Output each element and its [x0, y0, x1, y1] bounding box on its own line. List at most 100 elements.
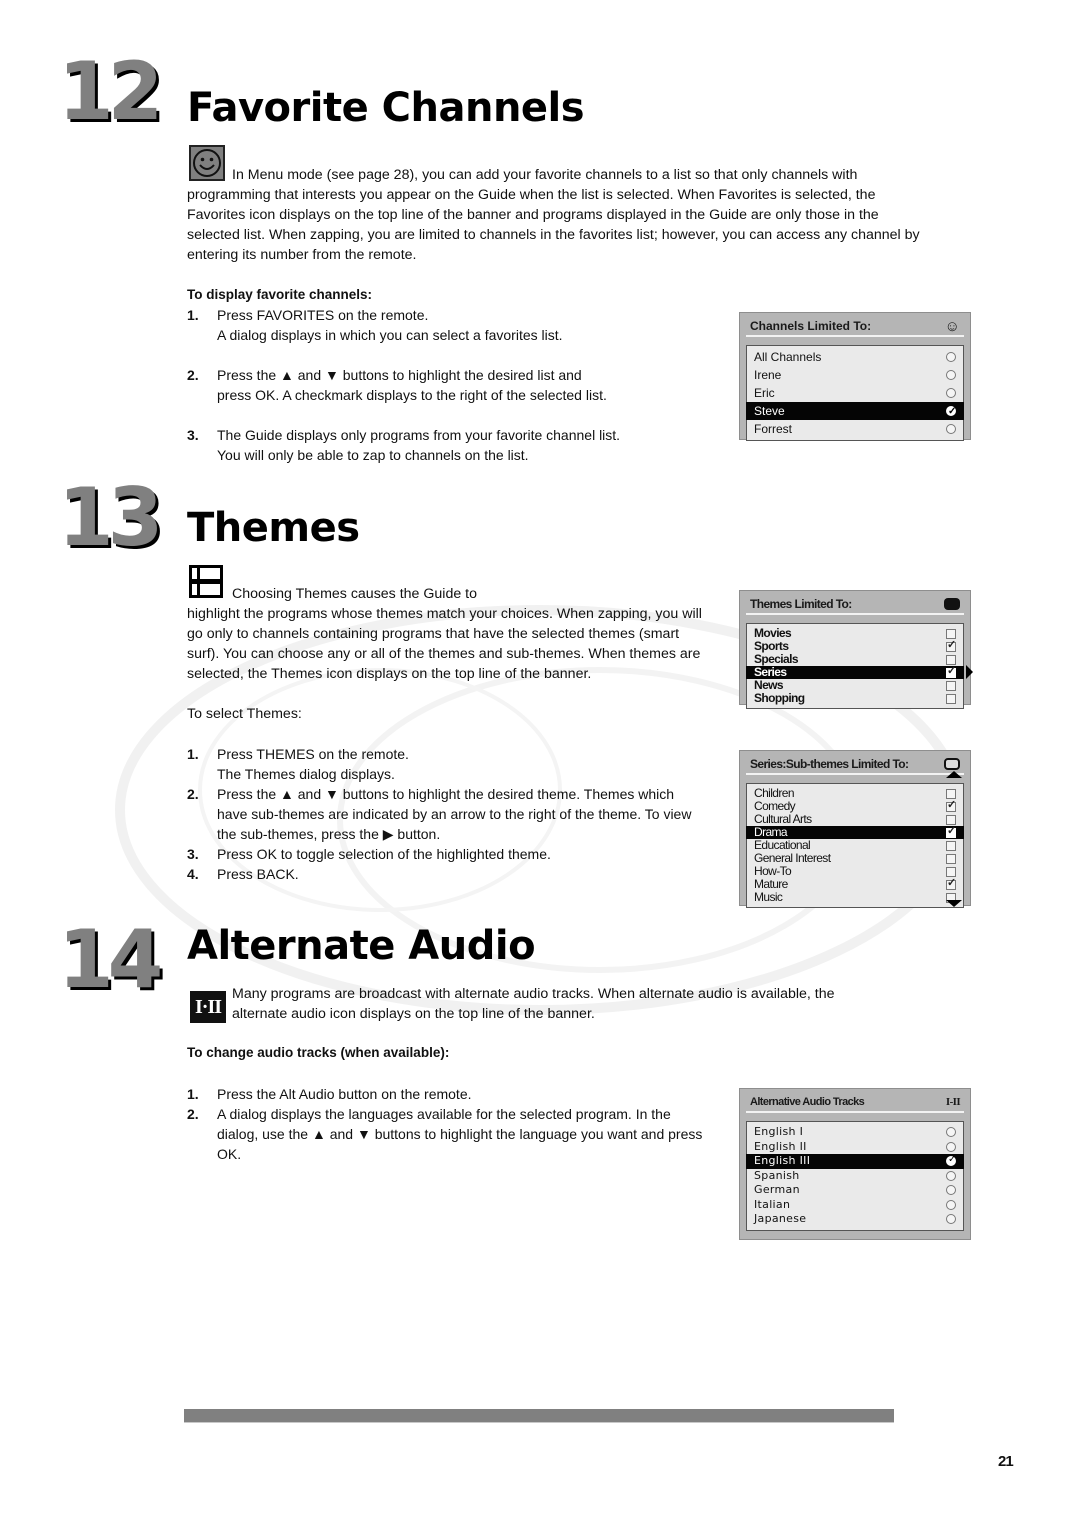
radio-button[interactable]	[946, 388, 956, 398]
audio-intro: Many programs are broadcast with alterna…	[232, 984, 912, 1024]
checkbox-checked[interactable]	[946, 877, 956, 890]
item-label: Eric	[754, 386, 775, 400]
step-text: Press FAVORITES on the remote.	[217, 307, 429, 323]
radio-button[interactable]	[946, 1214, 956, 1225]
checkbox-checked[interactable]	[946, 665, 956, 678]
radio-button-checked[interactable]	[946, 403, 956, 421]
dialog-header: Alternative Audio Tracks I-II	[746, 1093, 964, 1113]
step-text: the sub-themes, press the ▶ button.	[217, 826, 441, 842]
step-text: You will only be able to zap to channels…	[217, 447, 529, 463]
step-text: The Guide displays only programs from yo…	[217, 427, 621, 443]
step-number: 2.	[187, 1106, 199, 1122]
list-item[interactable]: Irene	[751, 366, 959, 384]
themes-intro: Choosing Themes causes the Guide to high…	[187, 584, 732, 684]
list-item-selected[interactable]: English III	[746, 1153, 964, 1169]
step-number: 1.	[187, 746, 199, 762]
checkbox[interactable]	[946, 693, 956, 704]
item-label: Italian	[754, 1197, 791, 1211]
intro-line: go only to channels containing programs …	[187, 626, 680, 642]
item-label: Steve	[754, 404, 785, 418]
item-label: Shopping	[754, 691, 805, 705]
step-text: Press the Alt Audio button on the remote…	[217, 1086, 472, 1102]
step: 3. Press OK to toggle selection of the hi…	[187, 844, 747, 864]
list-item[interactable]: Mature	[751, 877, 959, 891]
radio-button[interactable]	[946, 1127, 956, 1138]
checkbox-checked[interactable]	[946, 799, 956, 812]
dialog-list[interactable]: English I English II English III Spanish…	[746, 1121, 964, 1231]
list-item[interactable]: Music	[751, 891, 959, 904]
subtheme-arrow-icon[interactable]	[966, 665, 973, 679]
intro-line: alternate audio icon displays on the top…	[232, 1006, 595, 1022]
list-item[interactable]: Eric	[751, 384, 959, 402]
list-item[interactable]: Japanese	[751, 1212, 959, 1227]
item-label: Spanish	[754, 1168, 800, 1182]
step-text: The Themes dialog displays.	[217, 766, 395, 782]
radio-button[interactable]	[946, 352, 956, 362]
checkbox[interactable]	[946, 853, 956, 864]
list-item[interactable]: All Channels	[751, 348, 959, 366]
section-title: Alternate Audio	[187, 923, 536, 969]
footer-bar	[184, 1409, 894, 1423]
list-item-selected[interactable]: Steve	[746, 402, 964, 421]
radio-button[interactable]	[946, 1185, 956, 1196]
radio-button[interactable]	[946, 1170, 956, 1181]
radio-button-checked[interactable]	[946, 1153, 957, 1168]
checkbox[interactable]	[946, 654, 956, 665]
section-title: Favorite Channels	[187, 85, 585, 131]
radio-button[interactable]	[946, 1199, 956, 1210]
section-number: 14	[58, 913, 163, 1006]
checkbox-checked[interactable]	[946, 639, 956, 652]
smiley-face-icon: ☺	[944, 317, 960, 335]
themes-steps: 1. Press THEMES on the remote. The Themes …	[187, 744, 747, 884]
list-item[interactable]: Italian	[751, 1198, 959, 1213]
checkbox[interactable]	[946, 814, 956, 825]
item-label: Series	[754, 665, 787, 679]
list-item[interactable]: English II	[751, 1140, 959, 1155]
list-item[interactable]: English I	[751, 1125, 959, 1140]
alternate-audio-icon: I-II	[945, 1096, 961, 1108]
themes-icon	[944, 598, 960, 610]
radio-button[interactable]	[946, 424, 956, 434]
themes-limited-dialog: Themes Limited To: Movies Sports Special…	[739, 590, 973, 709]
checkbox[interactable]	[946, 628, 956, 639]
dialog-list[interactable]: Movies Sports Specials Series News Shopp…	[746, 623, 973, 709]
list-item[interactable]: Forrest	[751, 420, 959, 438]
dialog-title: Alternative Audio Tracks	[750, 1096, 865, 1108]
dialog-list[interactable]: Children Comedy Cultural Arts Drama Educ…	[746, 783, 964, 908]
item-label: Forrest	[754, 422, 793, 436]
step-text: Press the ▲ and ▼ buttons to highlight t…	[217, 367, 582, 383]
scroll-down-icon[interactable]	[946, 900, 962, 907]
step-text: A dialog displays the languages availabl…	[217, 1106, 671, 1122]
checkbox[interactable]	[946, 788, 956, 799]
list-item[interactable]: German	[751, 1183, 959, 1198]
scroll-up-icon[interactable]	[946, 771, 962, 778]
step-number: 3.	[187, 427, 199, 443]
favorites-steps: 1. Press FAVORITES on the remote. A dialog…	[187, 305, 707, 465]
step: 2. Press the ▲ and ▼ buttons to highlight…	[187, 784, 747, 844]
section-number: 13	[58, 471, 163, 564]
intro-line: Many programs are broadcast with alterna…	[232, 986, 835, 1002]
section-number: 12	[58, 45, 163, 138]
intro-line: programming that interests you appear on…	[187, 187, 876, 203]
step-number: 4.	[187, 866, 199, 882]
intro-line: selected, the Themes icon displays on th…	[187, 666, 592, 682]
checkbox[interactable]	[946, 866, 956, 877]
dialog-header: Themes Limited To:	[746, 595, 964, 615]
alternative-audio-dialog: Alternative Audio Tracks I-II English I …	[739, 1088, 971, 1240]
step-text: Press THEMES on the remote.	[217, 746, 409, 762]
list-item[interactable]: Shopping	[751, 692, 959, 705]
dialog-title: Themes Limited To:	[750, 597, 852, 611]
checkbox[interactable]	[946, 840, 956, 851]
dialog-list[interactable]: All Channels Irene Eric Steve Forrest	[746, 345, 964, 441]
radio-button[interactable]	[946, 370, 956, 380]
step-text: Press BACK.	[217, 866, 299, 882]
dialog-title: Channels Limited To:	[750, 319, 872, 333]
page-number: 21	[998, 1453, 1014, 1470]
list-item-selected[interactable]: Series	[746, 665, 973, 679]
checkbox-checked[interactable]	[946, 825, 956, 838]
checkbox[interactable]	[946, 680, 956, 691]
list-item[interactable]: Spanish	[751, 1169, 959, 1184]
item-label: English II	[754, 1139, 807, 1153]
radio-button[interactable]	[946, 1141, 956, 1152]
step: 1. Press the Alt Audio button on the remo…	[187, 1084, 747, 1104]
